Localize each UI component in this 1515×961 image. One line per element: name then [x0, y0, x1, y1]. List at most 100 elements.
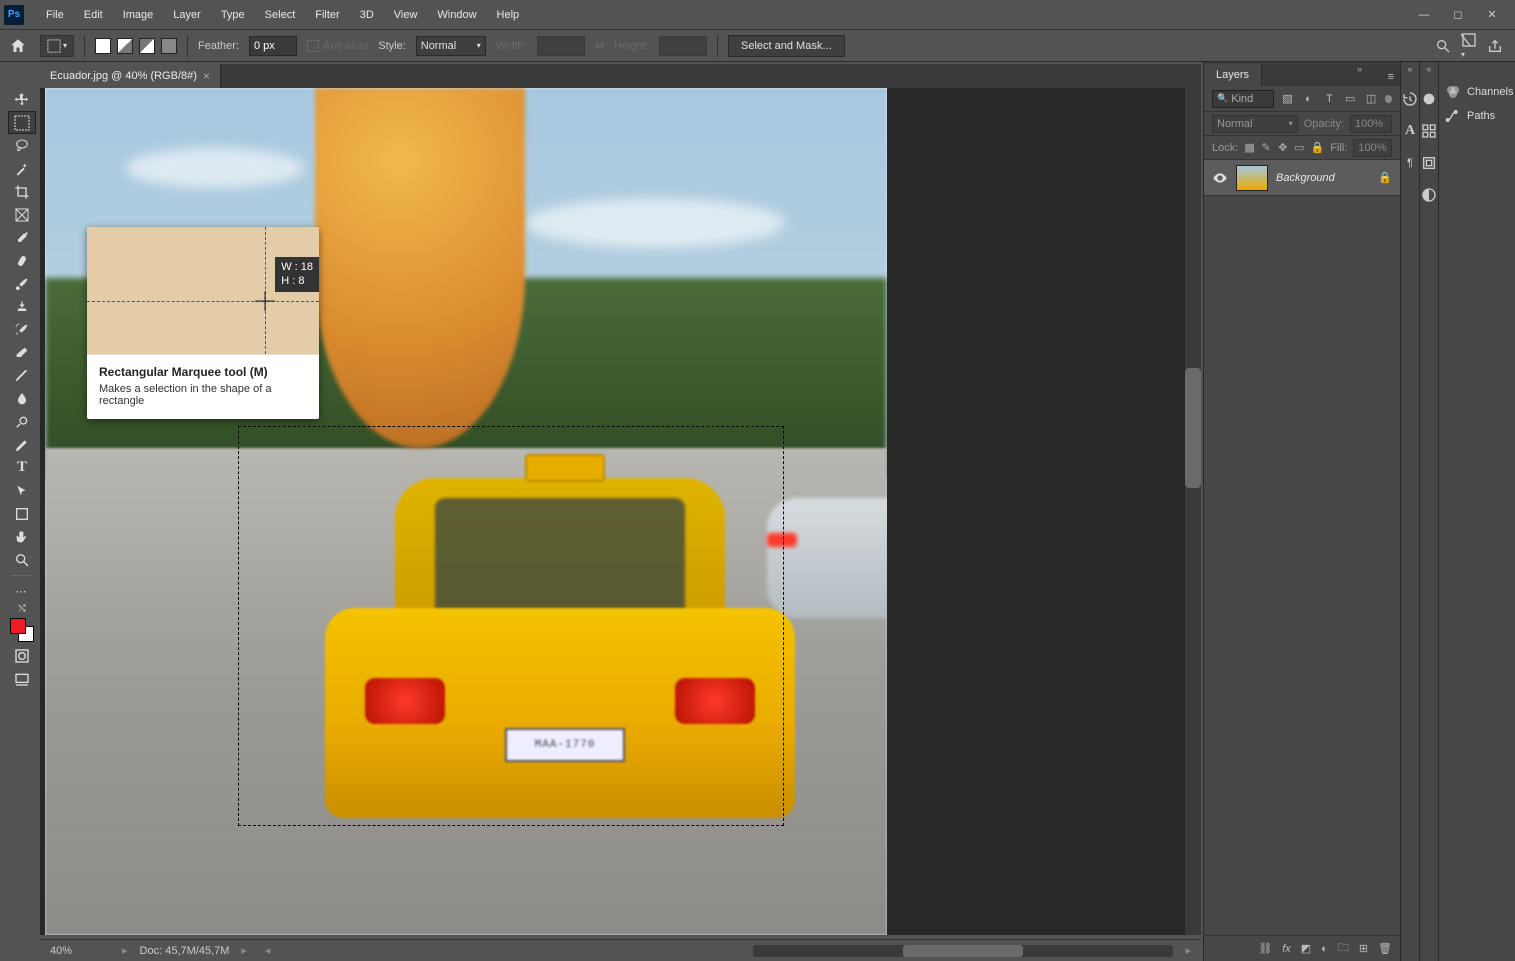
layer-thumbnail[interactable]: [1236, 165, 1268, 191]
eraser-tool[interactable]: [8, 341, 36, 364]
adjustments-icon[interactable]: [1420, 186, 1438, 204]
menu-select[interactable]: Select: [255, 3, 306, 27]
home-button[interactable]: [6, 34, 30, 58]
window-minimize-icon[interactable]: —: [1415, 6, 1433, 24]
filter-type-icon[interactable]: T: [1322, 91, 1337, 107]
edit-toolbar-button[interactable]: ⋯: [8, 580, 36, 603]
swap-colors-icon[interactable]: ⤭: [18, 603, 25, 614]
feather-input[interactable]: [249, 36, 297, 56]
paragraph-icon[interactable]: ¶: [1401, 154, 1419, 172]
brush-tool[interactable]: [8, 272, 36, 295]
tab-channels[interactable]: Channels: [1439, 80, 1515, 104]
height-label: Height:: [614, 40, 649, 52]
dodge-tool[interactable]: [8, 410, 36, 433]
layer-name[interactable]: Background: [1276, 172, 1370, 184]
magic-wand-tool[interactable]: [8, 157, 36, 180]
new-adjustment-icon[interactable]: ◐: [1321, 943, 1328, 955]
menu-image[interactable]: Image: [113, 3, 164, 27]
gradient-tool[interactable]: [8, 364, 36, 387]
selection-new-icon[interactable]: [95, 38, 111, 54]
filter-pixel-icon[interactable]: ▧: [1280, 91, 1295, 107]
layer-list: Background 🔒: [1204, 160, 1400, 935]
new-layer-icon[interactable]: ⊞: [1359, 942, 1368, 955]
history-icon[interactable]: [1401, 90, 1419, 108]
layer-row[interactable]: Background 🔒: [1204, 160, 1400, 196]
type-tool[interactable]: T: [8, 456, 36, 479]
lock-position-icon[interactable]: ✥: [1277, 141, 1288, 155]
path-selection-tool[interactable]: [8, 479, 36, 502]
clone-stamp-tool[interactable]: [8, 295, 36, 318]
lasso-tool[interactable]: [8, 134, 36, 157]
vertical-scrollbar[interactable]: [1185, 88, 1201, 935]
selection-intersect-icon[interactable]: [161, 38, 177, 54]
swatches-icon[interactable]: [1420, 122, 1438, 140]
tab-paths[interactable]: Paths: [1439, 104, 1515, 128]
selection-subtract-icon[interactable]: [139, 38, 155, 54]
menu-file[interactable]: File: [36, 3, 74, 27]
scrollbar-thumb[interactable]: [903, 945, 1023, 957]
filter-shape-icon[interactable]: ▭: [1343, 91, 1358, 107]
selection-add-icon[interactable]: [117, 38, 133, 54]
zoom-tool[interactable]: [8, 548, 36, 571]
layer-filter-kind[interactable]: 🔍 Kind: [1212, 90, 1274, 108]
swap-wh-icon: ⇄: [595, 39, 604, 52]
screen-mode-toggle[interactable]: [8, 667, 36, 690]
new-group-icon[interactable]: 🗀: [1338, 939, 1349, 958]
canvas-area: MAA-1770 W : 18 H : 8 Rectangular Marque…: [40, 88, 1201, 935]
menu-filter[interactable]: Filter: [305, 3, 349, 27]
collapse-icon[interactable]: «: [1439, 64, 1515, 74]
color-swatches[interactable]: [8, 616, 36, 644]
crop-tool[interactable]: [8, 180, 36, 203]
rectangle-tool[interactable]: [8, 502, 36, 525]
collapsed-panel-strip-2: «: [1419, 62, 1438, 961]
menu-3d[interactable]: 3D: [350, 3, 384, 27]
fx-icon[interactable]: fx: [1282, 943, 1291, 955]
delete-layer-icon[interactable]: 🗑: [1378, 942, 1392, 955]
color-icon[interactable]: [1420, 90, 1438, 108]
character-icon[interactable]: A: [1401, 122, 1419, 140]
select-and-mask-button[interactable]: Select and Mask...: [728, 35, 845, 57]
move-tool[interactable]: [8, 88, 36, 111]
search-icon[interactable]: [1435, 38, 1451, 54]
workspace-switcher-icon[interactable]: ▾: [1461, 32, 1477, 60]
menu-window[interactable]: Window: [427, 3, 486, 27]
style-select[interactable]: Normal▾: [416, 36, 486, 56]
eyedropper-tool[interactable]: [8, 226, 36, 249]
quick-mask-toggle[interactable]: [8, 644, 36, 667]
filter-smart-icon[interactable]: ◫: [1364, 91, 1379, 107]
pen-tool[interactable]: [8, 433, 36, 456]
lock-all-icon[interactable]: 🔒: [1311, 141, 1325, 155]
current-tool-indicator[interactable]: ▾: [40, 35, 74, 57]
frame-tool[interactable]: [8, 203, 36, 226]
add-mask-icon[interactable]: ◩: [1301, 942, 1311, 955]
scrollbar-thumb[interactable]: [1185, 368, 1201, 488]
menu-type[interactable]: Type: [211, 3, 255, 27]
menu-layer[interactable]: Layer: [163, 3, 211, 27]
menu-edit[interactable]: Edit: [74, 3, 113, 27]
document-canvas[interactable]: MAA-1770: [45, 88, 887, 935]
horizontal-scrollbar[interactable]: [753, 945, 1173, 957]
blur-tool[interactable]: [8, 387, 36, 410]
zoom-level[interactable]: 40%: [50, 945, 110, 957]
filter-adjust-icon[interactable]: ◐: [1301, 91, 1316, 107]
lock-transparency-icon[interactable]: ▩: [1244, 141, 1255, 155]
rectangular-marquee-tool[interactable]: [8, 111, 36, 134]
document-tab[interactable]: Ecuador.jpg @ 40% (RGB/8#) ×: [40, 64, 221, 88]
window-close-icon[interactable]: ✕: [1483, 6, 1501, 24]
foreground-color-swatch[interactable]: [10, 618, 26, 634]
close-icon[interactable]: ×: [203, 69, 210, 83]
menu-help[interactable]: Help: [487, 3, 530, 27]
hand-tool[interactable]: [8, 525, 36, 548]
visibility-icon[interactable]: [1212, 170, 1228, 186]
menu-view[interactable]: View: [384, 3, 428, 27]
share-icon[interactable]: [1487, 38, 1503, 54]
link-layers-icon[interactable]: ⛓: [1258, 942, 1272, 955]
lock-pixels-icon[interactable]: ✎: [1261, 141, 1272, 155]
lock-artboard-icon[interactable]: ▭: [1294, 141, 1305, 155]
filter-toggle-icon[interactable]: [1385, 95, 1392, 103]
window-restore-icon[interactable]: ◻: [1449, 6, 1467, 24]
tool-tooltip: W : 18 H : 8 Rectangular Marquee tool (M…: [87, 227, 319, 419]
libraries-icon[interactable]: [1420, 154, 1438, 172]
healing-brush-tool[interactable]: [8, 249, 36, 272]
history-brush-tool[interactable]: [8, 318, 36, 341]
